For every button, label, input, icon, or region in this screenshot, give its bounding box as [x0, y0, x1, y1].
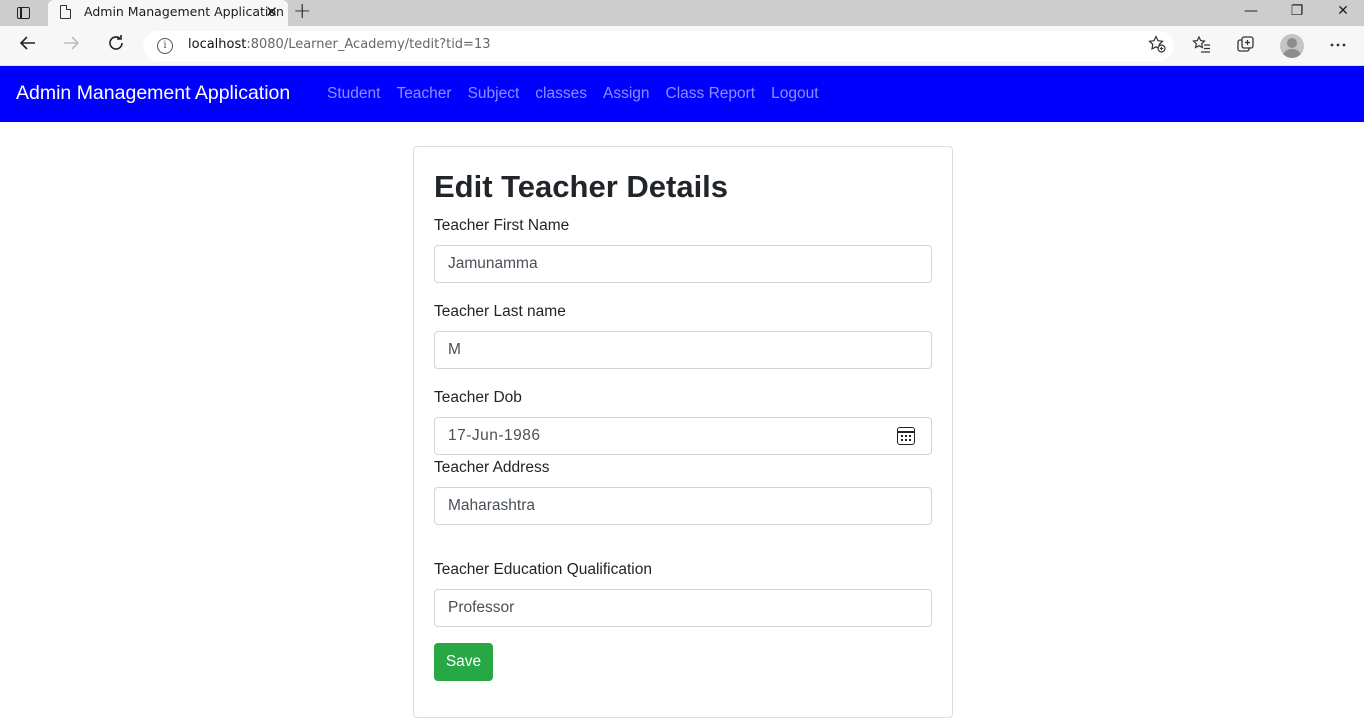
collections-icon[interactable] [1235, 35, 1257, 57]
dob-label: Teacher Dob [434, 389, 522, 406]
nav-link-assign[interactable]: Assign [603, 85, 650, 103]
nav-link-teacher[interactable]: Teacher [396, 85, 451, 103]
window-minimize-button[interactable]: — [1228, 0, 1274, 26]
address-input[interactable]: Maharashtra [434, 487, 932, 525]
nav-link-class-report[interactable]: Class Report [666, 85, 756, 103]
browser-toolbar: i localhost:8080/Learner_Academy/tedit?t… [0, 26, 1364, 66]
page-icon [60, 5, 71, 19]
app-navbar: Admin Management Application Student Tea… [0, 66, 1364, 122]
calendar-icon[interactable] [897, 427, 915, 445]
tab-title: Admin Management Application [84, 4, 284, 19]
last-name-input[interactable]: M [434, 331, 932, 369]
dob-value: 17-Jun-1986 [448, 427, 541, 444]
forward-arrow-icon[interactable] [59, 34, 83, 58]
star-add-icon[interactable] [1148, 35, 1166, 58]
edit-teacher-card: Edit Teacher Details Teacher First Name … [413, 146, 953, 718]
site-info-icon[interactable]: i [157, 38, 173, 54]
page-title: Edit Teacher Details [434, 169, 729, 204]
profile-avatar-icon[interactable] [1280, 34, 1304, 58]
favorites-list-icon[interactable] [1191, 35, 1213, 57]
nav-link-logout[interactable]: Logout [771, 85, 818, 103]
more-dots-icon[interactable] [1327, 35, 1349, 57]
new-tab-button[interactable]: + [293, 1, 311, 23]
browser-tab-strip: Admin Management Application ✕ + — ❐ ✕ [0, 0, 1364, 26]
last-name-label: Teacher Last name [434, 303, 566, 320]
qualification-label: Teacher Education Qualification [434, 561, 652, 578]
back-arrow-icon[interactable] [16, 34, 40, 58]
window-close-button[interactable]: ✕ [1320, 0, 1364, 26]
address-bar[interactable]: i localhost:8080/Learner_Academy/tedit?t… [143, 31, 1174, 61]
navbar-brand[interactable]: Admin Management Application [16, 82, 290, 105]
refresh-icon[interactable] [104, 34, 128, 58]
qualification-input[interactable]: Professor [434, 589, 932, 627]
save-button[interactable]: Save [434, 643, 493, 681]
nav-link-subject[interactable]: Subject [468, 85, 520, 103]
tab-actions-icon[interactable] [14, 3, 34, 23]
nav-link-student[interactable]: Student [327, 85, 380, 103]
address-label: Teacher Address [434, 459, 550, 476]
window-restore-button[interactable]: ❐ [1274, 0, 1320, 26]
tab-close-icon[interactable]: ✕ [265, 3, 278, 21]
url-text[interactable]: localhost:8080/Learner_Academy/tedit?tid… [188, 37, 491, 52]
dob-date-input[interactable]: 17-Jun-1986 [434, 417, 932, 455]
first-name-label: Teacher First Name [434, 217, 570, 234]
browser-tab[interactable]: Admin Management Application ✕ [48, 0, 288, 26]
nav-link-classes[interactable]: classes [535, 85, 587, 103]
first-name-input[interactable]: Jamunamma [434, 245, 932, 283]
nav-links: Student Teacher Subject classes Assign C… [327, 85, 835, 103]
